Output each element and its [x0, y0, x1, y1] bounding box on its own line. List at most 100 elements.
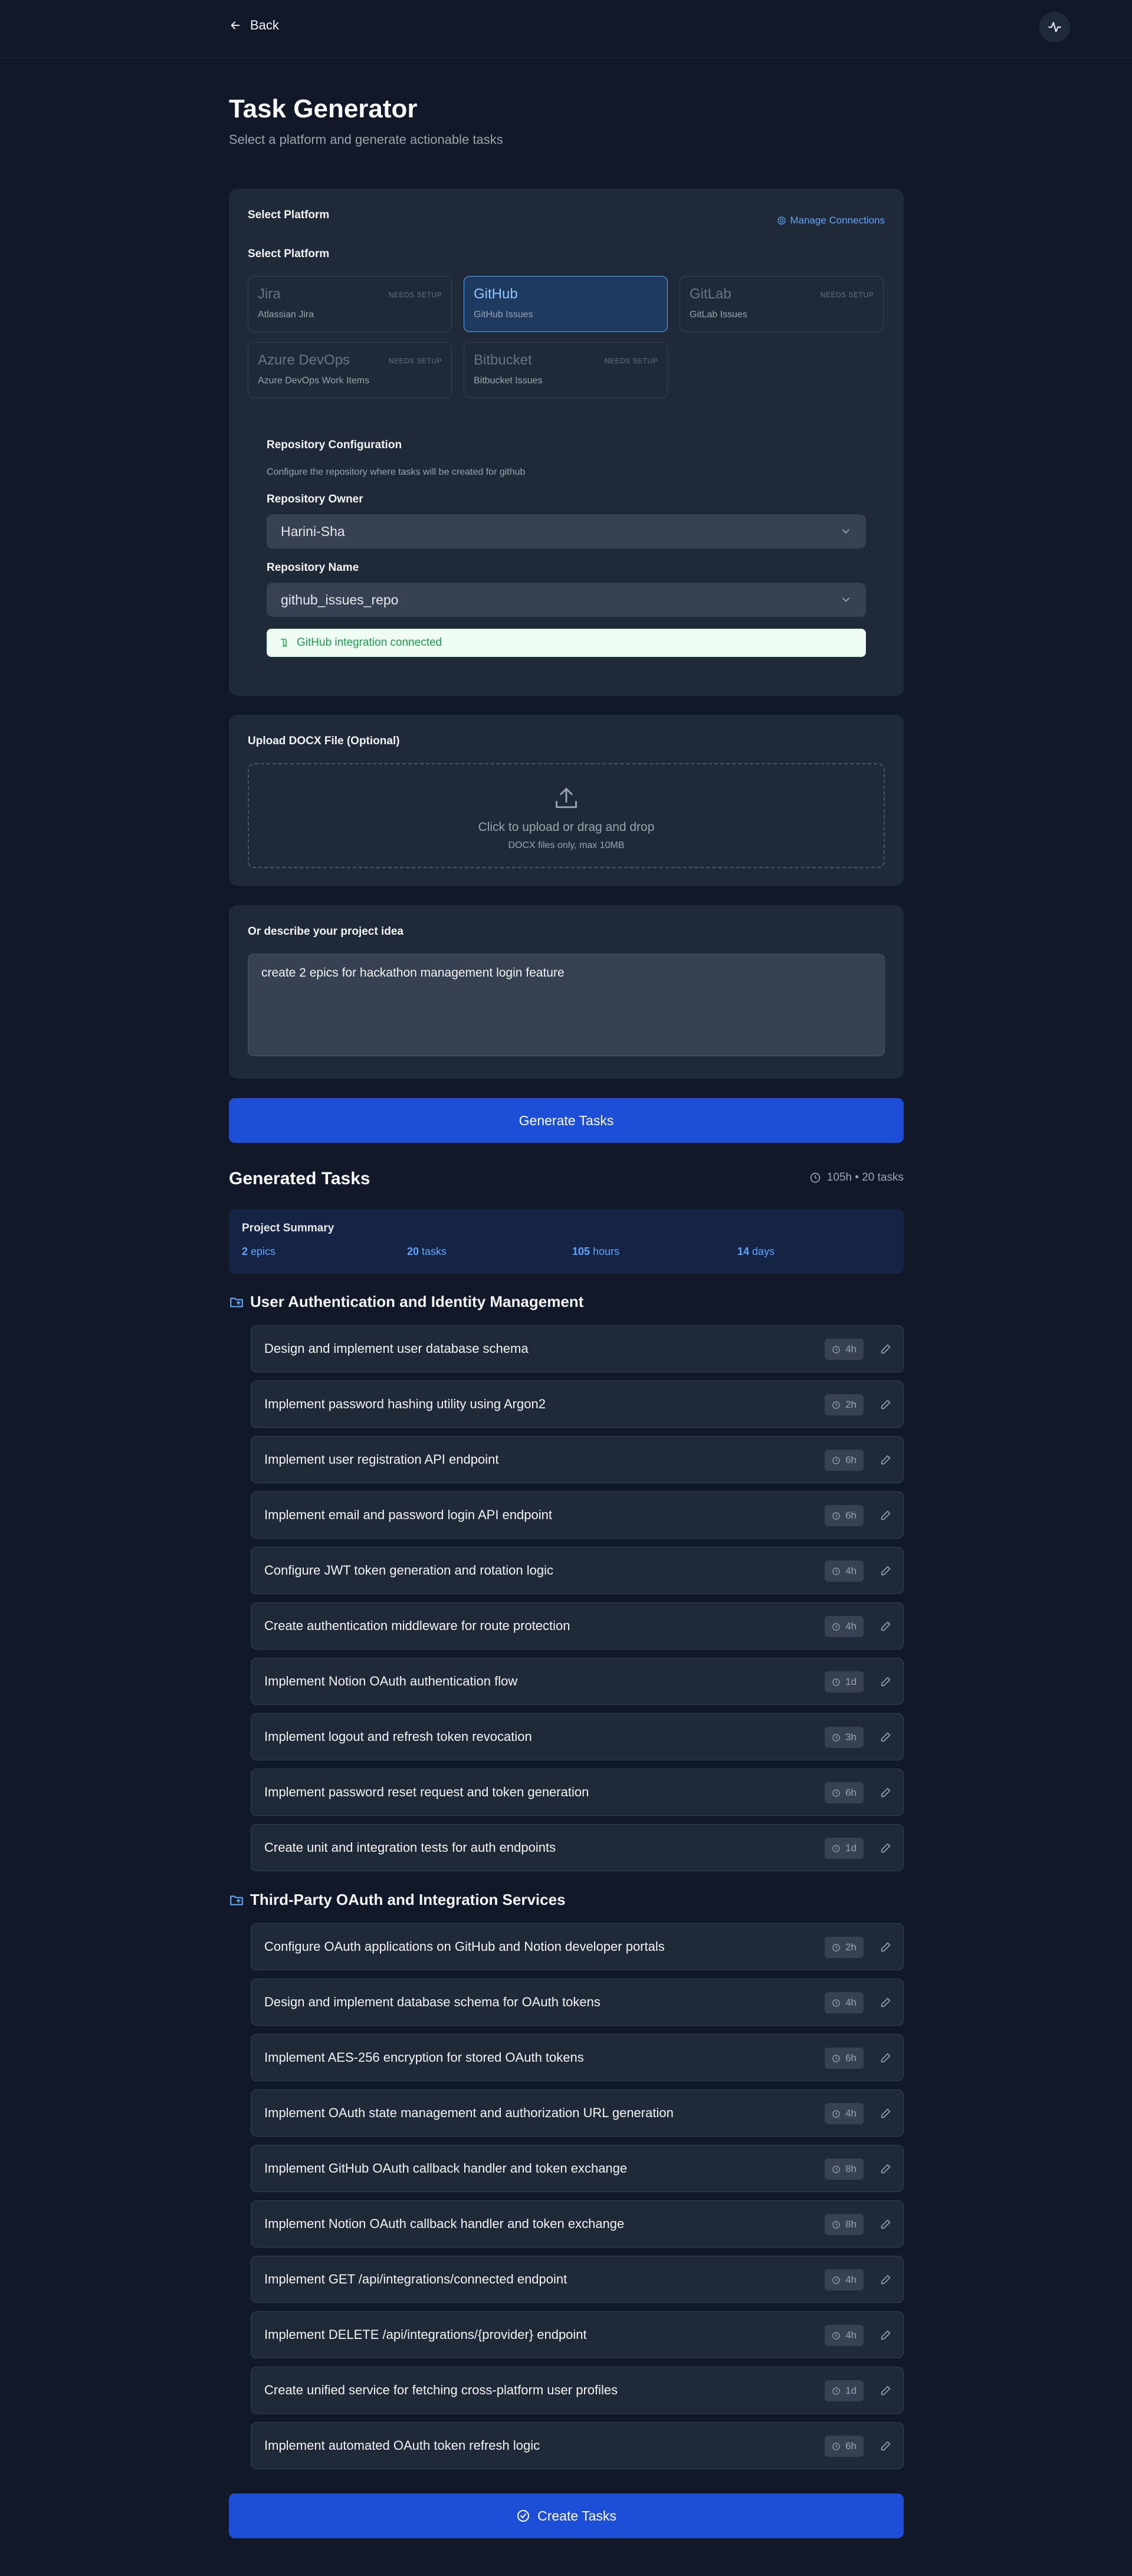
estimate-badge: 4h — [825, 2103, 864, 2124]
edit-icon[interactable] — [880, 2051, 893, 2064]
edit-icon[interactable] — [880, 1619, 893, 1632]
task-row[interactable]: Implement user registration API endpoint… — [251, 1436, 904, 1483]
edit-icon[interactable] — [880, 1398, 893, 1411]
epic-title: User Authentication and Identity Managem… — [250, 1293, 584, 1310]
task-row[interactable]: Implement DELETE /api/integrations/{prov… — [251, 2311, 904, 2358]
task-name: Create authentication middleware for rou… — [264, 1618, 570, 1633]
edit-icon[interactable] — [880, 2384, 893, 2397]
dropzone-hint: DOCX files only, max 10MB — [508, 840, 625, 850]
platform-option-jira[interactable]: Jira Atlassian Jira NEEDS SETUP — [248, 276, 452, 332]
estimate-badge: 6h — [825, 1782, 864, 1803]
task-row[interactable]: Implement logout and refresh token revoc… — [251, 1713, 904, 1760]
stat-unit: tasks — [422, 1246, 447, 1257]
task-row[interactable]: Design and implement database schema for… — [251, 1979, 904, 2026]
task-row[interactable]: Create unified service for fetching cros… — [251, 2367, 904, 2414]
platform-option-bitbucket[interactable]: Bitbucket Bitbucket Issues NEEDS SETUP — [464, 342, 668, 398]
stat-unit: epics — [251, 1246, 276, 1257]
estimate-badge: 6h — [825, 2048, 864, 2069]
epic-header: User Authentication and Identity Managem… — [229, 1293, 583, 1311]
task-row[interactable]: Implement AES-256 encryption for stored … — [251, 2034, 904, 2081]
task-row[interactable]: Implement GET /api/integrations/connecte… — [251, 2256, 904, 2303]
task-row[interactable]: Implement password hashing utility using… — [251, 1381, 904, 1428]
edit-icon[interactable] — [880, 2217, 893, 2230]
estimate-badge: 4h — [825, 2269, 864, 2291]
task-name: Configure JWT token generation and rotat… — [264, 1563, 553, 1578]
repo-name-select[interactable]: github_issues_repo — [267, 583, 866, 617]
platform-description: GitLab Issues — [690, 310, 747, 320]
edit-icon[interactable] — [880, 1453, 893, 1466]
task-row[interactable]: Implement password reset request and tok… — [251, 1769, 904, 1816]
edit-icon[interactable] — [880, 1996, 893, 2009]
manage-connections-label: Manage Connections — [790, 215, 885, 226]
describe-card: Or describe your project idea create 2 e… — [229, 905, 904, 1079]
back-button[interactable]: Back — [229, 18, 279, 33]
task-name: Design and implement user database schem… — [264, 1341, 529, 1356]
task-row[interactable]: Implement email and password login API e… — [251, 1491, 904, 1539]
task-row[interactable]: Configure JWT token generation and rotat… — [251, 1547, 904, 1594]
task-name: Implement DELETE /api/integrations/{prov… — [264, 2327, 587, 2342]
estimate-badge: 4h — [825, 1992, 864, 2013]
edit-icon[interactable] — [880, 2328, 893, 2341]
task-row[interactable]: Configure OAuth applications on GitHub a… — [251, 1923, 904, 1970]
repo-config-description: Configure the repository where tasks wil… — [267, 467, 526, 477]
edit-icon[interactable] — [880, 1342, 893, 1355]
stat-number: 105 — [572, 1246, 590, 1257]
edit-icon[interactable] — [880, 1786, 893, 1799]
estimate-value: 4h — [845, 2274, 857, 2285]
describe-card-label: Or describe your project idea — [248, 925, 403, 938]
chevron-down-icon — [842, 597, 849, 602]
stat-number: 2 — [242, 1246, 248, 1257]
platform-option-azure-devops[interactable]: Azure DevOps Azure DevOps Work Items NEE… — [248, 342, 452, 398]
folder-icon — [230, 1895, 243, 1905]
repo-owner-select[interactable]: Harini-Sha — [267, 514, 866, 548]
edit-icon[interactable] — [880, 1841, 893, 1854]
estimate-value: 8h — [845, 2219, 857, 2230]
task-row[interactable]: Create unit and integration tests for au… — [251, 1824, 904, 1871]
platform-option-github[interactable]: GitHub GitHub Issues — [464, 276, 668, 332]
edit-icon[interactable] — [880, 2273, 893, 2286]
estimate-badge: 3h — [825, 1727, 864, 1748]
settings-icon — [777, 216, 786, 225]
task-row[interactable]: Implement Notion OAuth callback handler … — [251, 2200, 904, 2248]
clock-icon — [832, 2110, 840, 2118]
task-row[interactable]: Implement OAuth state management and aut… — [251, 2089, 904, 2137]
edit-icon[interactable] — [880, 1675, 893, 1688]
integration-status-text: GitHub integration connected — [297, 636, 442, 649]
task-row[interactable]: Implement automated OAuth token refresh … — [251, 2422, 904, 2469]
estimate-value: 1d — [845, 2385, 857, 2396]
task-row[interactable]: Implement Notion OAuth authentication fl… — [251, 1658, 904, 1705]
repo-owner-value: Harini-Sha — [281, 523, 345, 539]
create-tasks-button[interactable]: Create Tasks — [229, 2493, 904, 2538]
dropzone-text: Click to upload or drag and drop — [478, 820, 655, 834]
edit-icon[interactable] — [880, 1730, 893, 1743]
manage-connections-link[interactable]: Manage Connections — [777, 215, 885, 226]
task-row[interactable]: Create authentication middleware for rou… — [251, 1602, 904, 1650]
task-row[interactable]: Design and implement user database schem… — [251, 1325, 904, 1372]
clock-icon — [832, 2331, 840, 2340]
task-row[interactable]: Implement GitHub OAuth callback handler … — [251, 2145, 904, 2192]
stat-unit: hours — [593, 1246, 620, 1257]
estimate-value: 8h — [845, 2163, 857, 2174]
top-bar: Back — [0, 0, 1132, 58]
activity-button[interactable] — [1039, 12, 1070, 42]
estimate-badge: 8h — [825, 2214, 864, 2235]
generate-tasks-button[interactable]: Generate Tasks — [229, 1098, 904, 1143]
platform-option-gitlab[interactable]: GitLab GitLab Issues NEEDS SETUP — [680, 276, 884, 332]
estimate-value: 4h — [845, 1343, 857, 1355]
edit-icon[interactable] — [880, 2439, 893, 2452]
page-title: Task Generator — [229, 94, 418, 123]
task-name: Implement password reset request and tok… — [264, 1785, 589, 1799]
clock-icon — [832, 2276, 840, 2284]
generate-tasks-label: Generate Tasks — [519, 1112, 614, 1128]
edit-icon[interactable] — [880, 2162, 893, 2175]
clock-icon — [832, 2387, 840, 2395]
estimate-value: 4h — [845, 1997, 857, 2008]
edit-icon[interactable] — [880, 1509, 893, 1522]
summary-stat-tasks: 20 tasks — [407, 1246, 447, 1258]
edit-icon[interactable] — [880, 2107, 893, 2120]
edit-icon[interactable] — [880, 1940, 893, 1953]
file-dropzone[interactable]: Click to upload or drag and drop DOCX fi… — [248, 763, 885, 868]
project-idea-textarea[interactable]: create 2 epics for hackathon management … — [248, 954, 885, 1056]
estimate-value: 4h — [845, 1621, 857, 1632]
edit-icon[interactable] — [880, 1564, 893, 1577]
